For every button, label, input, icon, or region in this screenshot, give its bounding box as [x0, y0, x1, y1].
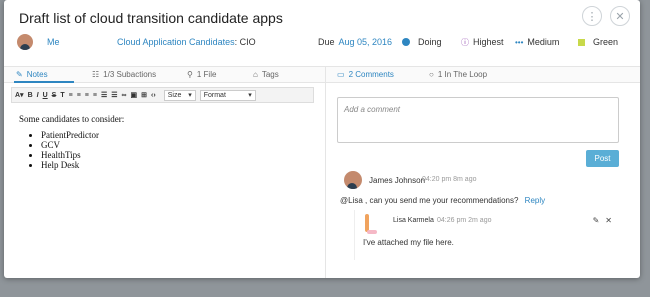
- paperclip-icon: ⚲: [187, 70, 193, 79]
- notes-intro: Some candidates to consider:: [19, 114, 125, 124]
- edit-icon[interactable]: ✎: [593, 216, 600, 225]
- tab-tags[interactable]: ⌂ Tags: [253, 70, 279, 79]
- effort-icon: •••: [515, 37, 524, 47]
- comment-author: James Johnson: [369, 176, 426, 185]
- reply-time: 04:26 pm 2m ago: [437, 217, 492, 224]
- reply-body: I've attached my file here.: [363, 238, 454, 247]
- notes-editor-toolbar: A▾ B I U S T ≡ ≡ ≡ ≡ ☰ ☰ ∞ ▣ ⊞ ‹› Size ▾ …: [11, 87, 314, 103]
- status-icon: [402, 38, 410, 46]
- notes-icon: ✎: [16, 70, 23, 79]
- project-suffix: : CIO: [234, 37, 256, 47]
- status-field[interactable]: Doing: [402, 37, 442, 47]
- tab-comments[interactable]: ▭ 2 Comments: [337, 70, 394, 79]
- table-icon[interactable]: ⊞: [141, 91, 147, 99]
- strikethrough-button[interactable]: S: [52, 92, 57, 99]
- tab-subactions-label: 1/3 Subactions: [103, 70, 157, 79]
- status-value: Doing: [418, 37, 442, 47]
- font-color-button[interactable]: A▾: [15, 91, 24, 99]
- modal-top-controls: ⋮ ✕: [582, 6, 630, 26]
- action-title[interactable]: Draft list of cloud transition candidate…: [19, 10, 283, 26]
- due-label: Due: [318, 37, 335, 47]
- underline-button[interactable]: U: [43, 92, 48, 99]
- reply-actions: ✎ ✕: [593, 216, 612, 225]
- comment-input[interactable]: Add a comment: [337, 97, 619, 143]
- owner-avatar: [17, 34, 33, 50]
- owner-link[interactable]: Me: [47, 37, 60, 47]
- notes-editor[interactable]: Some candidates to consider: PatientPred…: [19, 114, 309, 170]
- tab-subactions[interactable]: ☷ 1/3 Subactions: [92, 70, 156, 79]
- reply-author: Lisa Karmela: [393, 217, 434, 224]
- owner-field[interactable]: Me: [17, 34, 60, 50]
- commenter-avatar: [344, 171, 362, 189]
- post-button[interactable]: Post: [586, 150, 619, 167]
- comment-input-placeholder: Add a comment: [344, 105, 401, 114]
- tab-notes[interactable]: ✎ Notes: [16, 70, 48, 79]
- list-item: HealthTips: [41, 150, 309, 160]
- pane-divider: [325, 66, 326, 278]
- loop-icon: ○: [429, 70, 434, 79]
- numbered-list-icon[interactable]: ☰: [111, 91, 117, 99]
- close-button[interactable]: ✕: [610, 6, 630, 26]
- priority-field[interactable]: ⓘ Highest: [461, 37, 504, 48]
- list-item: PatientPredictor: [41, 130, 309, 140]
- italic-button[interactable]: I: [37, 92, 39, 99]
- action-meta-row: Me Cloud Application Candidates : CIO Du…: [4, 32, 640, 52]
- color-field[interactable]: Green: [578, 37, 618, 47]
- due-field: Due Aug 05, 2016: [318, 37, 392, 47]
- chevron-down-icon: ▾: [248, 92, 252, 99]
- align-right-icon[interactable]: ≡: [85, 92, 89, 99]
- font-size-select-label: Size: [167, 91, 182, 99]
- comment-icon: ▭: [337, 70, 345, 79]
- tab-files[interactable]: ⚲ 1 File: [187, 70, 216, 79]
- due-date-link[interactable]: Aug 05, 2016: [339, 37, 393, 47]
- priority-icon: ⓘ: [461, 37, 469, 47]
- reply-link[interactable]: Reply: [525, 196, 545, 205]
- image-icon[interactable]: ▣: [131, 91, 138, 99]
- color-value: Green: [593, 37, 619, 47]
- delete-icon[interactable]: ✕: [605, 216, 612, 225]
- bullet-list-icon[interactable]: ☰: [101, 91, 107, 99]
- list-item: Help Desk: [41, 160, 309, 170]
- replier-avatar-accent: [367, 230, 377, 234]
- tab-files-label: 1 File: [196, 70, 217, 79]
- link-icon[interactable]: ∞: [122, 92, 127, 99]
- project-field: Cloud Application Candidates : CIO: [117, 37, 256, 47]
- comment-time: 04:20 pm 8m ago: [422, 176, 477, 183]
- effort-value: Medium: [527, 37, 560, 47]
- chevron-down-icon: ▾: [188, 92, 192, 99]
- effort-field[interactable]: ••• Medium: [515, 37, 559, 47]
- tab-loop-label: 1 In The Loop: [437, 70, 488, 79]
- tab-comments-label: 2 Comments: [348, 70, 394, 79]
- detail-tabs: ✎ Notes ☷ 1/3 Subactions ⚲ 1 File ⌂ Tags…: [4, 66, 640, 83]
- color-swatch-icon: [578, 38, 585, 46]
- tab-tags-label: Tags: [261, 70, 279, 79]
- format-select-label: Format: [203, 91, 226, 99]
- tag-icon: ⌂: [253, 70, 258, 79]
- list-item: GCV: [41, 140, 309, 150]
- code-icon[interactable]: ‹›: [151, 92, 156, 99]
- bold-button[interactable]: B: [28, 92, 33, 99]
- align-left-icon[interactable]: ≡: [69, 92, 73, 99]
- align-center-icon[interactable]: ≡: [77, 92, 81, 99]
- clear-format-button[interactable]: T: [60, 92, 64, 99]
- tab-notes-label: Notes: [26, 70, 48, 79]
- reply-item: Lisa Karmela 04:26 pm 2m ago ✎ ✕ I've at…: [354, 210, 616, 260]
- subactions-icon: ☷: [92, 70, 100, 79]
- comment-text: @Lisa , can you send me your recommendat…: [340, 196, 519, 205]
- priority-value: Highest: [473, 37, 504, 47]
- format-select[interactable]: Format ▾: [199, 89, 256, 101]
- tab-in-the-loop[interactable]: ○ 1 In The Loop: [429, 70, 487, 79]
- comment-body: @Lisa , can you send me your recommendat…: [340, 196, 545, 205]
- action-detail-modal: Draft list of cloud transition candidate…: [4, 0, 640, 278]
- font-size-select[interactable]: Size ▾: [163, 89, 196, 101]
- active-tab-indicator: [14, 81, 74, 83]
- project-link[interactable]: Cloud Application Candidates: [117, 37, 235, 47]
- justify-icon[interactable]: ≡: [93, 92, 97, 99]
- more-options-button[interactable]: ⋮: [582, 6, 602, 26]
- candidate-list: PatientPredictor GCV HealthTips Help Des…: [19, 130, 309, 170]
